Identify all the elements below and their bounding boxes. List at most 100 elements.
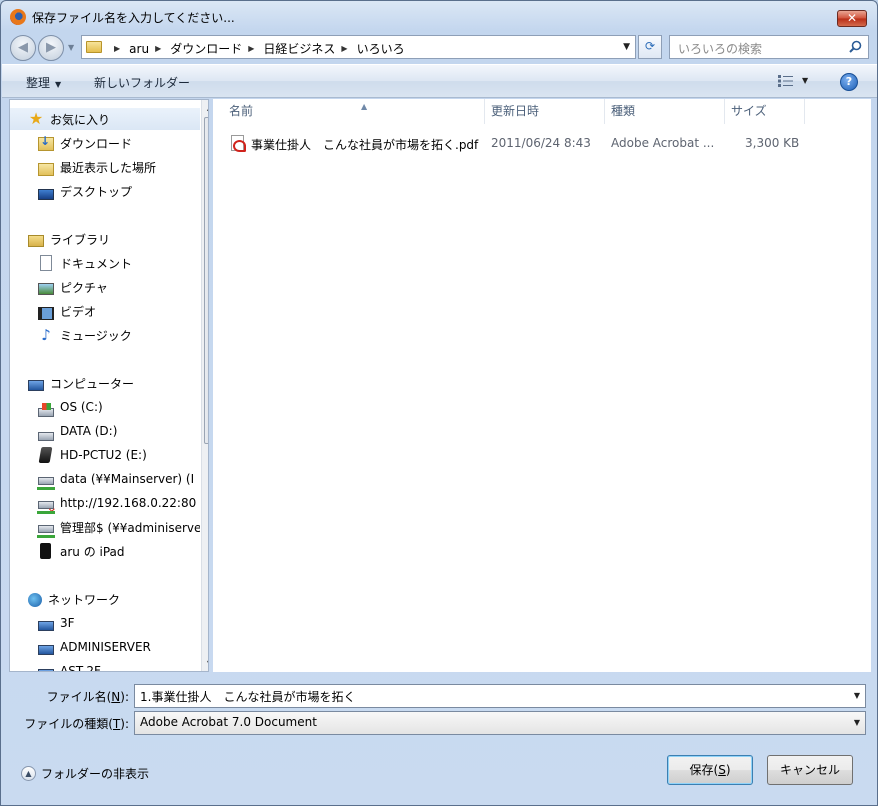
sidebar-item-ast-2f[interactable]: AST-2F xyxy=(10,660,200,672)
sidebar-item-drive-c[interactable]: OS (C:) xyxy=(10,396,200,418)
new-folder-button[interactable]: 新しいフォルダー xyxy=(94,74,190,91)
forward-button[interactable]: ▶ xyxy=(38,35,64,61)
drive-icon xyxy=(38,431,54,441)
file-modified: 2011/06/24 8:43 xyxy=(491,136,591,150)
sidebar-item-network[interactable]: ネットワーク xyxy=(10,588,200,610)
organize-menu[interactable]: 整理 ▼ xyxy=(26,74,61,91)
sidebar-item-label: 3F xyxy=(60,616,75,630)
views-dropdown-icon[interactable]: ▼ xyxy=(802,76,808,85)
sidebar-item-label: http://192.168.0.22:80 xyxy=(60,496,197,510)
close-button[interactable]: ✕ xyxy=(837,10,867,27)
file-row[interactable]: 事業仕掛人 こんな社員が市場を拓く.pdf 2011/06/24 8:43 Ad… xyxy=(227,133,867,153)
sidebar-item-label: お気に入り xyxy=(50,112,111,127)
address-dropdown-icon[interactable]: ▼ xyxy=(623,42,630,52)
pdf-file-icon xyxy=(231,135,246,152)
breadcrumb-item-iroiro[interactable]: いろいろ xyxy=(357,40,405,57)
sidebar-item-ipad[interactable]: aru の iPad xyxy=(10,540,200,562)
sidebar-item-favorites[interactable]: ★ お気に入り xyxy=(10,108,200,130)
save-accelerator-key: S xyxy=(718,763,726,777)
chevron-up-icon: ▲ xyxy=(21,766,36,781)
sidebar-item-adminiserver[interactable]: ADMINISERVER xyxy=(10,636,200,658)
file-list[interactable]: 名前 ▲ 更新日時 種類 サイズ 事業仕掛人 こんな社員が市場を拓く.pdf 2… xyxy=(213,99,871,672)
filename-accelerator-key: N xyxy=(111,690,121,704)
file-name: 事業仕掛人 こんな社員が市場を拓く.pdf xyxy=(251,138,479,152)
network-drive-icon xyxy=(37,525,55,538)
address-bar[interactable]: ▶ aru ▶ ダウンロード ▶ 日経ビジネス ▶ いろいろ ▼ xyxy=(81,35,636,59)
sidebar-item-network-drive-http[interactable]: http://192.168.0.22:80 xyxy=(10,492,200,514)
search-input[interactable]: いろいろの検索 xyxy=(678,40,762,57)
breadcrumb-separator-icon[interactable]: ▶ xyxy=(248,44,254,53)
recent-pages-dropdown[interactable]: ▼ xyxy=(68,43,74,52)
sidebar-item-3f[interactable]: 3F xyxy=(10,612,200,634)
filetype-select[interactable]: Adobe Acrobat 7.0 Document ▼ xyxy=(134,711,866,735)
sidebar-item-downloads[interactable]: ダウンロード xyxy=(10,132,200,154)
scroll-down-icon[interactable]: ▼ xyxy=(202,656,208,671)
column-header-type[interactable]: 種類 xyxy=(605,99,725,124)
sidebar-item-documents[interactable]: ドキュメント xyxy=(10,252,200,274)
hide-folders-button[interactable]: ▲ フォルダーの非表示 xyxy=(21,765,149,782)
navigation-scrollbar[interactable]: ▲ ≡ ▼ xyxy=(201,100,209,671)
filename-value: 1.事業仕掛人 こんな社員が市場を拓く xyxy=(140,690,356,704)
sidebar-item-desktop[interactable]: デスクトップ xyxy=(10,180,200,202)
sidebar-item-network-drive-admin[interactable]: 管理部$ (¥¥adminiserve xyxy=(10,516,200,538)
sidebar-item-label: AST-2F xyxy=(60,664,101,672)
views-icon[interactable] xyxy=(778,75,794,87)
sidebar-item-videos[interactable]: ビデオ xyxy=(10,300,200,322)
sidebar-item-recent-places[interactable]: 最近表示した場所 xyxy=(10,156,200,178)
breadcrumb-separator-icon[interactable]: ▶ xyxy=(114,44,120,53)
sidebar-item-label: ピクチャ xyxy=(60,280,108,295)
save-file-dialog: 保存ファイル名を入力してください... ✕ ◀ ▶ ▼ ▶ aru ▶ ダウンロ… xyxy=(0,0,878,806)
column-header-modified[interactable]: 更新日時 xyxy=(485,99,605,124)
sidebar-item-label: HD-PCTU2 (E:) xyxy=(60,448,147,462)
breadcrumb-separator-icon[interactable]: ▶ xyxy=(341,44,347,53)
help-button[interactable]: ? xyxy=(840,73,858,91)
chevron-down-icon[interactable]: ▼ xyxy=(854,718,860,727)
filetype-label-suffix: ): xyxy=(120,717,129,731)
chevron-down-icon: ▼ xyxy=(55,80,62,89)
sidebar-item-label: ドキュメント xyxy=(60,256,133,271)
breadcrumb-item-aru[interactable]: aru xyxy=(129,42,149,56)
network-computer-icon xyxy=(38,669,54,671)
cancel-button[interactable]: キャンセル xyxy=(767,755,853,785)
save-label-suffix: ) xyxy=(725,763,731,777)
desktop-icon xyxy=(38,188,54,200)
search-box[interactable]: いろいろの検索 xyxy=(669,35,869,59)
search-icon[interactable] xyxy=(849,40,862,53)
sidebar-item-label: aru の iPad xyxy=(60,544,125,559)
save-button[interactable]: 保存(S) xyxy=(667,755,753,785)
ipad-icon xyxy=(40,543,51,559)
pictures-icon xyxy=(38,283,54,295)
filename-input[interactable]: 1.事業仕掛人 こんな社員が市場を拓く ▼ xyxy=(134,684,866,708)
downloads-folder-icon xyxy=(38,134,54,151)
sidebar-item-music[interactable]: ♪ ミュージック xyxy=(10,324,200,346)
breadcrumb-separator-icon[interactable]: ▶ xyxy=(155,44,161,53)
breadcrumb-item-downloads[interactable]: ダウンロード xyxy=(170,40,242,57)
sidebar-item-label: OS (C:) xyxy=(60,400,103,414)
star-icon: ★ xyxy=(28,109,44,128)
refresh-button[interactable]: ⟳ xyxy=(638,35,662,59)
column-header-name[interactable]: 名前 ▲ xyxy=(223,99,485,124)
column-header-size[interactable]: サイズ xyxy=(725,99,805,124)
sidebar-item-pictures[interactable]: ピクチャ xyxy=(10,276,200,298)
sidebar-item-network-drive-data[interactable]: data (¥¥Mainserver) (I xyxy=(10,468,200,490)
back-button[interactable]: ◀ xyxy=(10,35,36,61)
sidebar-item-label: ダウンロード xyxy=(60,136,133,151)
title-bar: 保存ファイル名を入力してください... ✕ xyxy=(1,1,877,31)
sidebar-item-label: ADMINISERVER xyxy=(60,640,151,654)
sidebar-item-label: 最近表示した場所 xyxy=(60,160,157,175)
chevron-down-icon[interactable]: ▼ xyxy=(854,691,860,700)
filetype-label: ファイルの種類(T): xyxy=(9,715,129,732)
dialog-title: 保存ファイル名を入力してください... xyxy=(32,11,235,25)
music-note-icon: ♪ xyxy=(41,326,51,344)
sidebar-item-drive-d[interactable]: DATA (D:) xyxy=(10,420,200,442)
scroll-up-icon[interactable]: ▲ xyxy=(202,100,208,116)
sidebar-item-libraries[interactable]: ライブラリ xyxy=(10,228,200,250)
file-size: 3,300 KB xyxy=(745,136,800,150)
sidebar-item-computer[interactable]: コンピューター xyxy=(10,372,200,394)
breadcrumb-item-nikkei-business[interactable]: 日経ビジネス xyxy=(263,40,335,57)
grip-icon: ≡ xyxy=(208,278,209,287)
sidebar-item-drive-e[interactable]: HD-PCTU2 (E:) xyxy=(10,444,200,466)
sidebar-item-label: ビデオ xyxy=(60,304,97,319)
scrollbar-thumb[interactable]: ≡ xyxy=(204,117,209,444)
firefox-icon xyxy=(10,9,26,25)
